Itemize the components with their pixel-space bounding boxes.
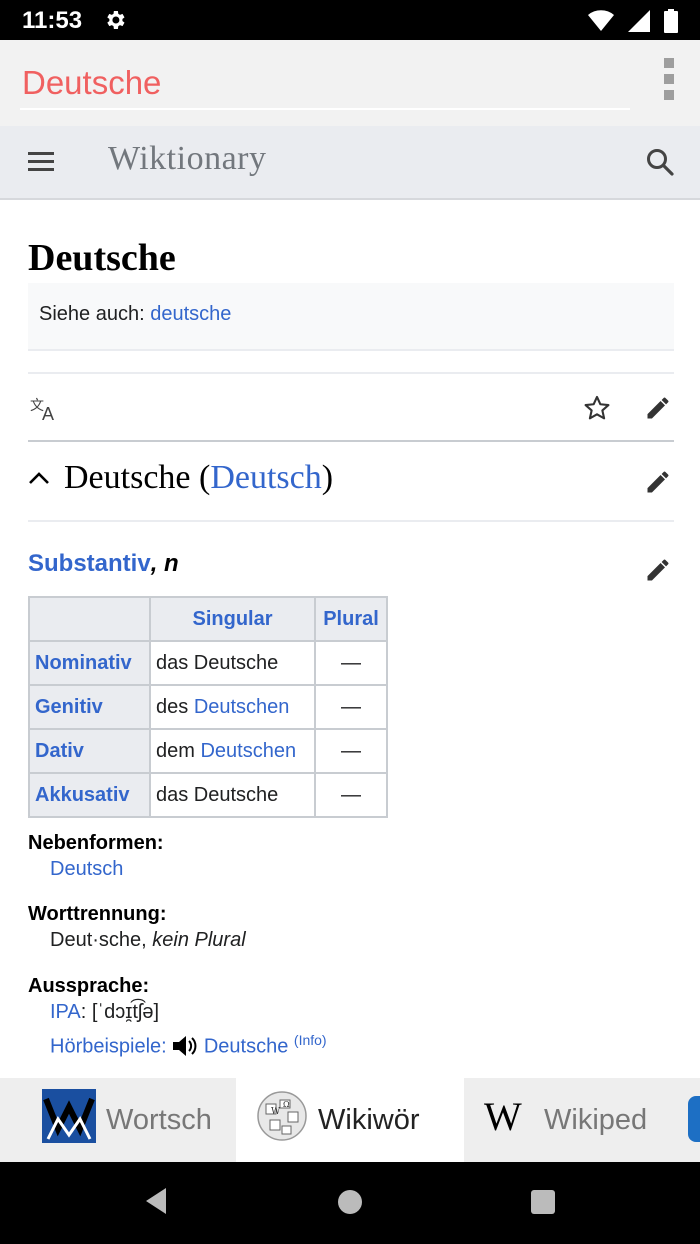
- singular-cell: das Deutsche: [149, 640, 316, 686]
- audio-word-link[interactable]: Deutsche: [204, 1036, 289, 1058]
- cellular-signal-icon: [628, 10, 650, 37]
- nebenformen-block: Nebenformen: Deutsch: [28, 832, 164, 881]
- edit-pencil-icon[interactable]: [644, 556, 672, 589]
- section-heading[interactable]: Deutsche (Deutsch): [28, 442, 674, 522]
- wikipedia-w-icon: W: [484, 1094, 534, 1144]
- svg-text:Ω: Ω: [283, 1100, 290, 1109]
- tab-wikiwoerterbuch[interactable]: WΩ Wikiwör: [236, 1078, 464, 1162]
- ipa-link[interactable]: IPA: [50, 1001, 81, 1023]
- aussprache-block: Aussprache: IPA: [ˈdɔɪ̯t͡ʃə] Hörbeispiel…: [28, 975, 327, 1078]
- back-icon[interactable]: [142, 1186, 170, 1221]
- audio-examples-link[interactable]: Hörbeispiele:: [50, 1036, 167, 1058]
- plural-cell: —: [314, 684, 388, 730]
- inflection-table: Singular Plural Nominativ das Deutsche —…: [28, 596, 388, 818]
- case-link[interactable]: Akkusativ: [28, 772, 151, 818]
- tab-label: Wortsch: [106, 1103, 212, 1136]
- singular-cell: des Deutschen: [149, 684, 316, 730]
- table-corner-cell: [28, 596, 151, 642]
- worttrennung-label: Worttrennung:: [28, 903, 167, 925]
- table-row: Nominativ das Deutsche —: [28, 640, 388, 686]
- settings-gear-icon: [103, 8, 127, 37]
- language-translate-icon[interactable]: 文A: [30, 396, 60, 427]
- tab-label: Wikiwör: [318, 1103, 420, 1136]
- battery-icon: [664, 9, 678, 38]
- tab-wikipedia[interactable]: W Wikiped: [464, 1078, 700, 1162]
- ipa-value: : [ˈdɔɪ̯t͡ʃə]: [80, 1001, 160, 1023]
- gender-label: n: [164, 550, 179, 577]
- status-bar: 11:53: [0, 0, 700, 40]
- page-actions-bar: 文A: [28, 372, 674, 442]
- star-watch-icon[interactable]: [583, 394, 611, 427]
- search-query-input[interactable]: Deutsche: [22, 64, 161, 102]
- nebenformen-label: Nebenformen:: [28, 832, 164, 854]
- part-of-speech-link[interactable]: Substantiv: [28, 550, 151, 577]
- singular-cell: das Deutsche: [149, 772, 316, 818]
- case-link[interactable]: Genitiv: [28, 684, 151, 730]
- section-language-link[interactable]: Deutsch: [210, 459, 321, 496]
- tab-label: Wikiped: [544, 1103, 648, 1136]
- search-underline: [20, 108, 630, 110]
- search-icon[interactable]: [646, 148, 674, 181]
- svg-text:W: W: [271, 1107, 281, 1117]
- plural-cell: —: [314, 728, 388, 774]
- singular-cell: dem Deutschen: [149, 728, 316, 774]
- svg-text:A: A: [42, 404, 54, 422]
- recents-icon[interactable]: [530, 1189, 556, 1220]
- table-row: Genitiv des Deutschen —: [28, 684, 388, 730]
- wikipedia-globe-icon: WΩ: [256, 1090, 308, 1150]
- wiki-logo[interactable]: Wiktionary: [108, 140, 266, 178]
- column-header[interactable]: Singular: [149, 596, 316, 642]
- plural-cell: —: [314, 640, 388, 686]
- case-link[interactable]: Dativ: [28, 728, 151, 774]
- wiki-header: Wiktionary: [0, 126, 700, 200]
- hamburger-menu-icon[interactable]: [28, 150, 54, 177]
- edit-pencil-icon[interactable]: [644, 394, 672, 427]
- speaker-icon[interactable]: [172, 1035, 204, 1058]
- overflow-menu-icon[interactable]: [662, 58, 676, 106]
- next-tab-logo-icon: [688, 1096, 700, 1142]
- table-row: Akkusativ das Deutsche —: [28, 772, 388, 818]
- case-link[interactable]: Nominativ: [28, 640, 151, 686]
- aussprache-label: Aussprache:: [28, 975, 150, 997]
- audio-info-link[interactable]: (Info): [294, 1032, 327, 1048]
- form-link[interactable]: Deutschen: [194, 696, 290, 718]
- dictionary-tabs: Wortsch WΩ Wikiwör W Wikiped: [0, 1078, 700, 1162]
- see-also-label: Siehe auch:: [39, 303, 145, 325]
- plural-cell: —: [314, 772, 388, 818]
- wortschatz-logo-icon: [42, 1089, 96, 1151]
- page-title: Deutsche: [28, 237, 176, 279]
- worttrennung-block: Worttrennung: Deut·sche, kein Plural: [28, 903, 246, 951]
- table-header-row: Singular Plural: [28, 596, 388, 642]
- svg-text:W: W: [484, 1096, 522, 1136]
- column-header[interactable]: Plural: [314, 596, 388, 642]
- system-navigation-bar: [0, 1162, 700, 1244]
- home-icon[interactable]: [337, 1189, 363, 1220]
- table-row: Dativ dem Deutschen —: [28, 728, 388, 774]
- nebenformen-link[interactable]: Deutsch: [50, 858, 123, 880]
- tab-wortschatz[interactable]: Wortsch: [0, 1078, 236, 1162]
- app-search-bar: Deutsche: [0, 40, 700, 126]
- part-of-speech-heading: Substantiv, n: [28, 550, 179, 577]
- see-also-box: Siehe auch: deutsche: [28, 283, 674, 351]
- edit-pencil-icon[interactable]: [644, 468, 672, 501]
- status-time: 11:53: [22, 7, 83, 34]
- chevron-up-icon[interactable]: [28, 470, 50, 491]
- see-also-link[interactable]: deutsche: [150, 303, 231, 325]
- section-title: Deutsche (Deutsch): [64, 459, 334, 496]
- wifi-icon: [588, 10, 614, 37]
- form-link[interactable]: Deutschen: [200, 740, 296, 762]
